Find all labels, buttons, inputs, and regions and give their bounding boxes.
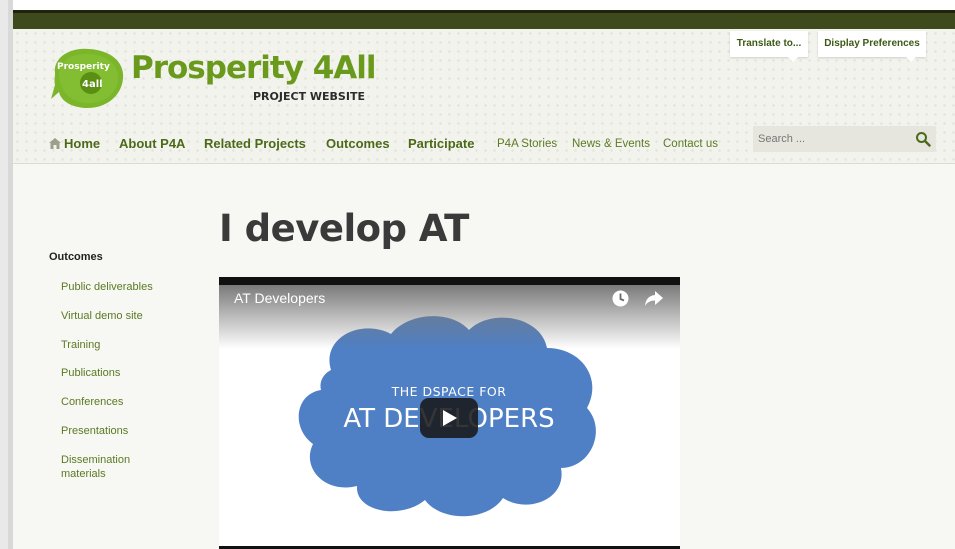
video-caption-line1: THE DSPACE FOR xyxy=(391,384,507,399)
nav-about[interactable]: About P4A xyxy=(119,136,185,151)
nav-related-projects[interactable]: Related Projects xyxy=(204,136,306,151)
sidebar-item-virtual-demo-site[interactable]: Virtual demo site xyxy=(61,309,171,323)
window-frame-left xyxy=(0,0,8,549)
prosperity-logo-icon[interactable]: Prosperity 4all xyxy=(49,45,127,111)
nav-outcomes[interactable]: Outcomes xyxy=(326,136,390,151)
share-icon[interactable] xyxy=(644,290,664,307)
sidebar-item-conferences[interactable]: Conferences xyxy=(61,395,171,409)
nav-contact[interactable]: Contact us xyxy=(663,138,718,150)
search-icon[interactable] xyxy=(915,131,931,147)
video-title[interactable]: AT Developers xyxy=(234,290,325,306)
watch-later-icon[interactable] xyxy=(612,290,629,307)
svg-text:4all: 4all xyxy=(82,79,103,90)
play-button[interactable] xyxy=(420,398,478,438)
site-title[interactable]: Prosperity 4All xyxy=(131,50,377,86)
sidebar-item-presentations[interactable]: Presentations xyxy=(61,424,171,438)
svg-text:Prosperity: Prosperity xyxy=(57,62,110,72)
page-title: I develop AT xyxy=(219,207,469,250)
search-box xyxy=(753,126,936,152)
search-input[interactable] xyxy=(753,126,908,152)
video-top-edge xyxy=(219,277,680,285)
nav-news-events[interactable]: News & Events xyxy=(572,138,650,150)
nav-home[interactable]: Home xyxy=(64,136,100,151)
sidebar-item-training[interactable]: Training xyxy=(61,338,171,352)
site-subtitle: PROJECT WEBSITE xyxy=(253,90,365,103)
video-player[interactable]: THE DSPACE FOR AT DEVELOPERS AT Develope… xyxy=(219,277,680,549)
top-bar-edge xyxy=(13,10,955,13)
sidebar-item-publications[interactable]: Publications xyxy=(61,366,171,380)
sidebar-item-public-deliverables[interactable]: Public deliverables xyxy=(61,280,171,294)
nav-participate[interactable]: Participate xyxy=(408,136,474,151)
display-preferences-tab[interactable]: Display Preferences xyxy=(818,31,926,62)
translate-tab[interactable]: Translate to... xyxy=(730,31,808,62)
nav-stories[interactable]: P4A Stories xyxy=(497,138,557,150)
sidebar-heading: Outcomes xyxy=(49,251,103,263)
home-icon xyxy=(49,138,61,149)
sidebar-item-dissemination-materials[interactable]: Dissemination materials xyxy=(61,453,151,481)
